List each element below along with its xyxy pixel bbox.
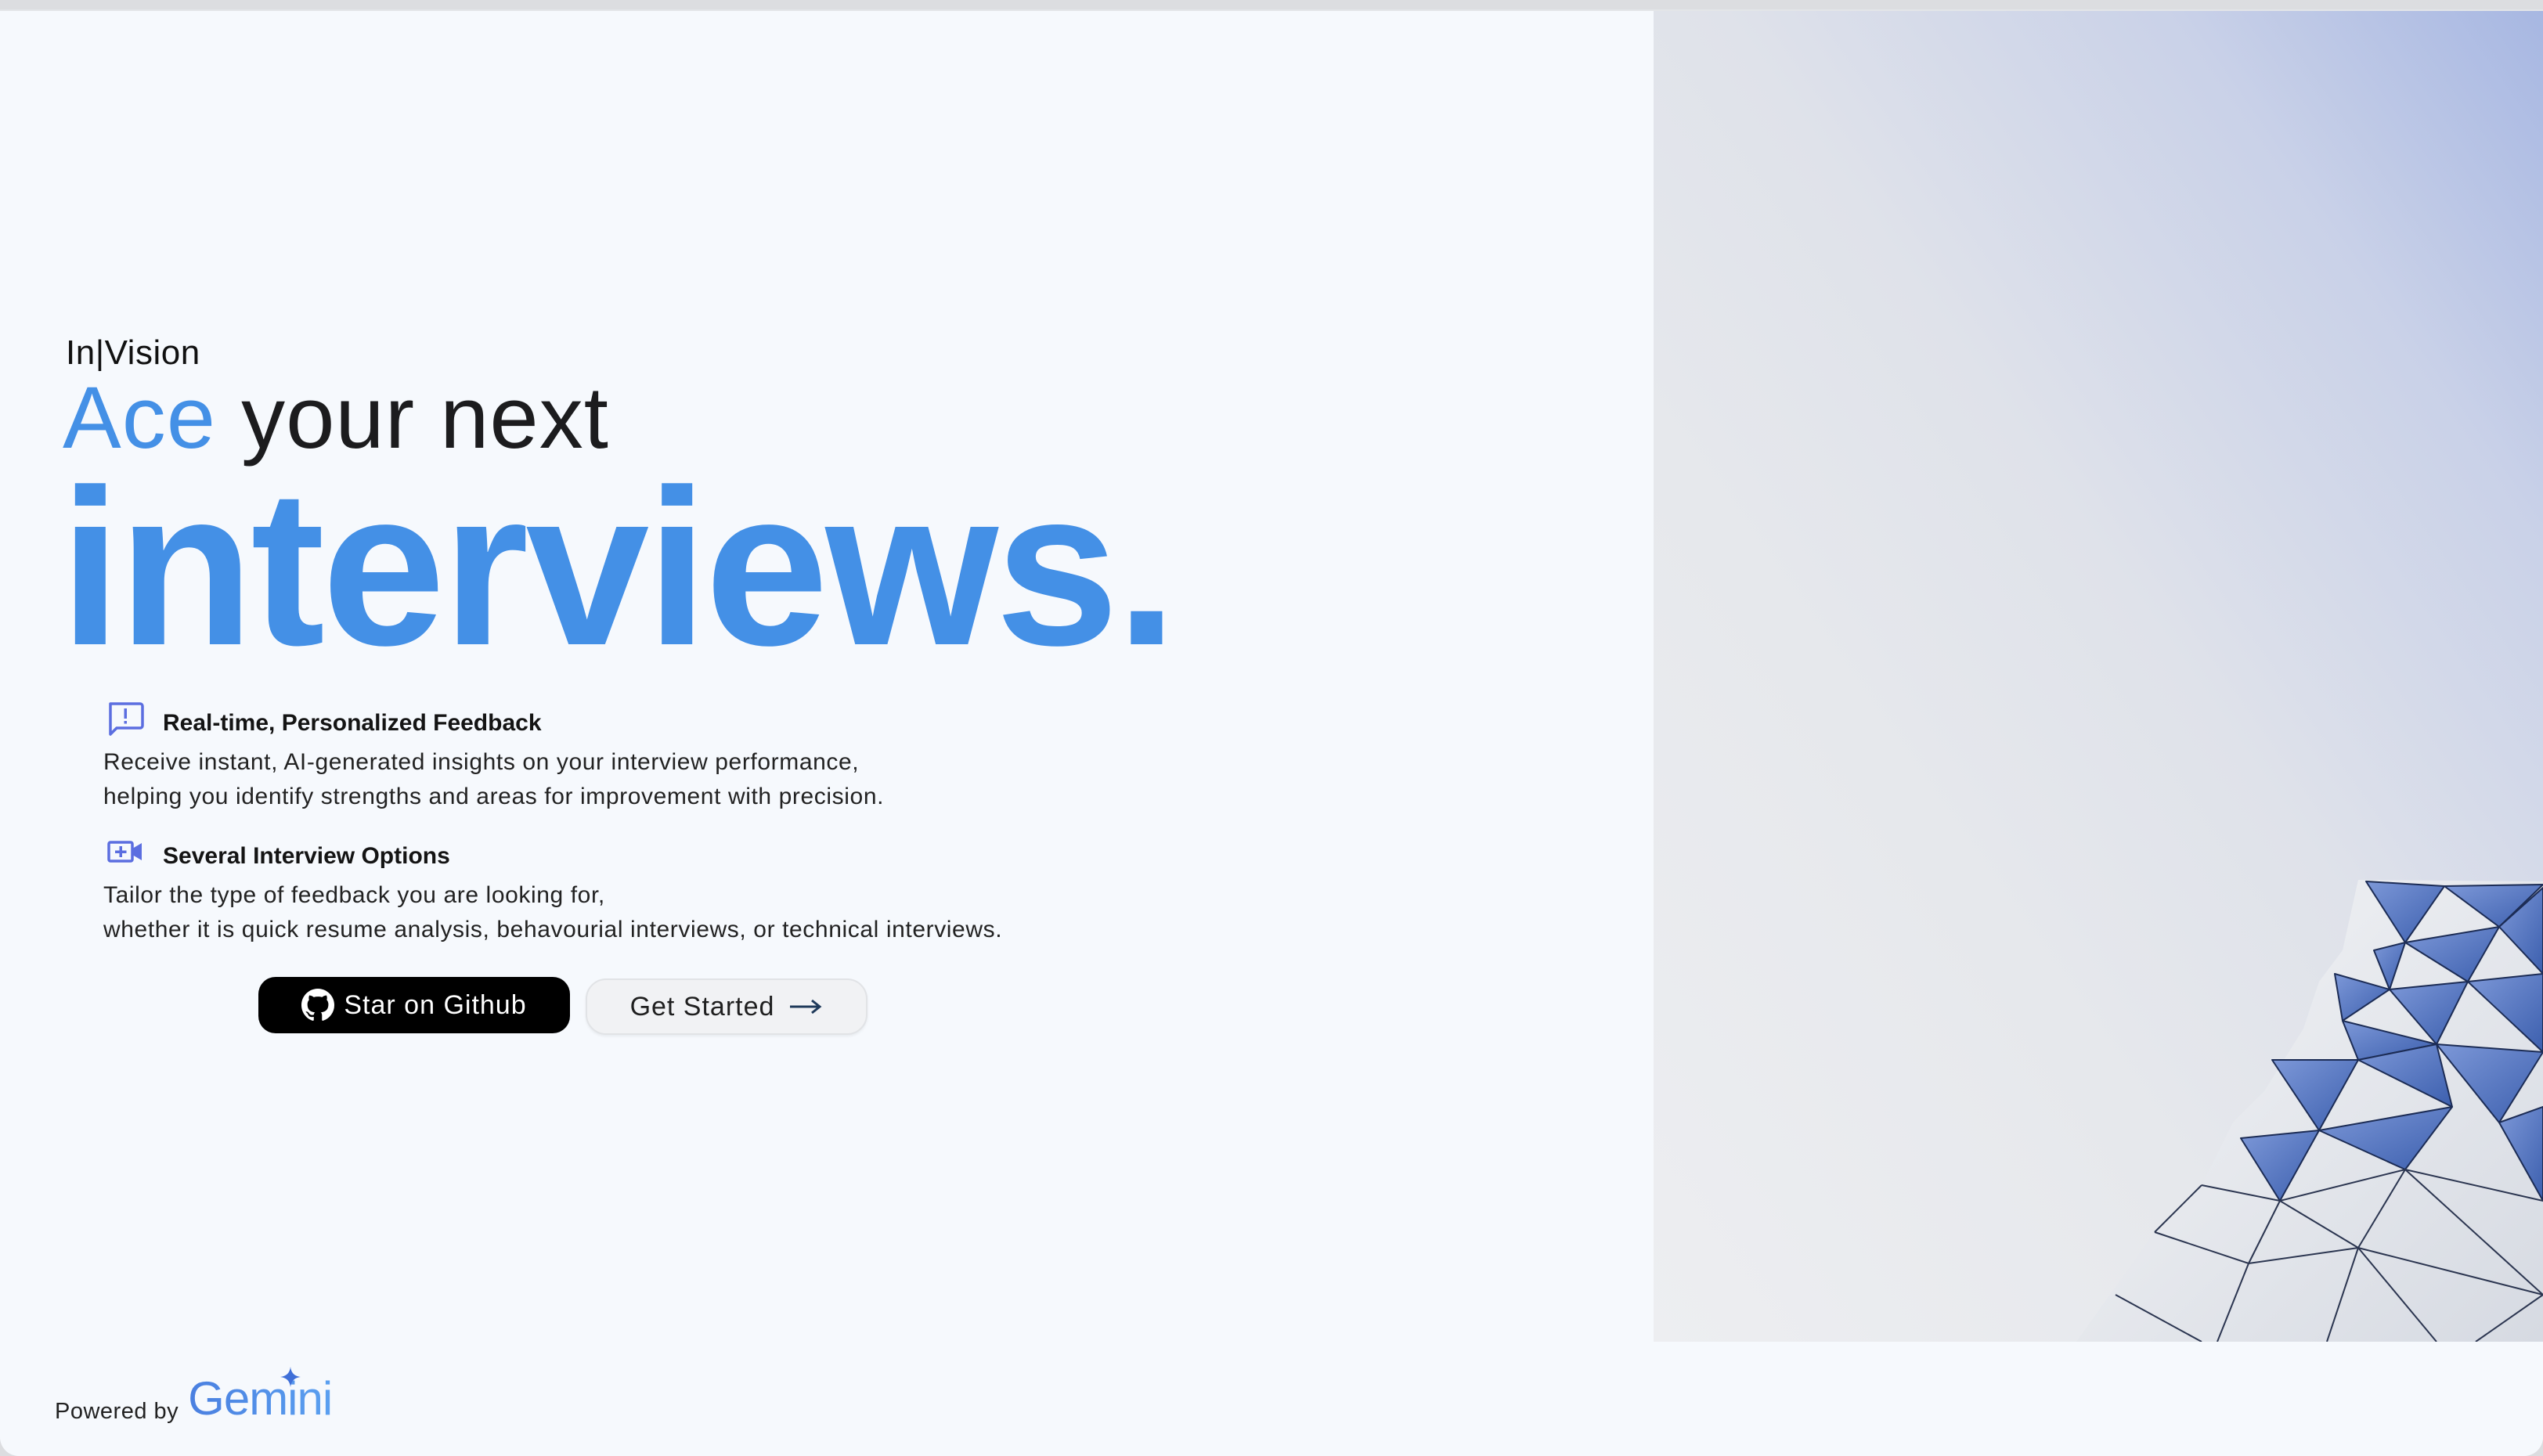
gemini-logo[interactable]: Gemini [188, 1367, 333, 1434]
brand-name: In|Vision [66, 333, 200, 372]
headline-line-2: interviews. [60, 444, 1178, 692]
feedback-icon [103, 697, 147, 741]
feature-desc-line: Receive instant, AI-generated insights o… [103, 749, 860, 775]
powered-by-label: Powered by [55, 1399, 179, 1424]
star-on-github-button[interactable]: Star on Github [258, 977, 570, 1033]
video-call-icon [103, 831, 147, 874]
github-icon [301, 989, 335, 1021]
feature-interview-options: Several Interview Options Tailor the typ… [103, 830, 1121, 947]
feature-title: Real-time, Personalized Feedback [163, 710, 542, 736]
sparkle-icon [280, 1367, 301, 1387]
feature-description: Tailor the type of feedback you are look… [103, 878, 1121, 947]
github-button-label: Star on Github [344, 989, 527, 1020]
feature-feedback: Real-time, Personalized Feedback Receive… [103, 697, 1121, 814]
hero-image-panel [1654, 11, 2543, 1342]
get-started-label: Get Started [629, 991, 775, 1022]
app-window: In|Vision Ace your next interviews. Real… [0, 9, 2543, 1456]
gemini-logo-text: Gemini [188, 1372, 333, 1425]
building-facade-illustration [2076, 880, 2543, 1342]
feature-description: Receive instant, AI-generated insights o… [103, 745, 1121, 814]
feature-desc-line: whether it is quick resume analysis, beh… [103, 917, 1003, 942]
arrow-right-icon [790, 999, 822, 1015]
feature-desc-line: Tailor the type of feedback you are look… [103, 882, 605, 908]
feature-desc-line: helping you identify strengths and areas… [103, 784, 885, 809]
powered-by-footer: Powered by Gemini [55, 1367, 333, 1434]
get-started-button[interactable]: Get Started [586, 978, 868, 1035]
feature-title: Several Interview Options [163, 843, 450, 869]
landing-content: In|Vision Ace your next interviews. Real… [0, 11, 1654, 1342]
